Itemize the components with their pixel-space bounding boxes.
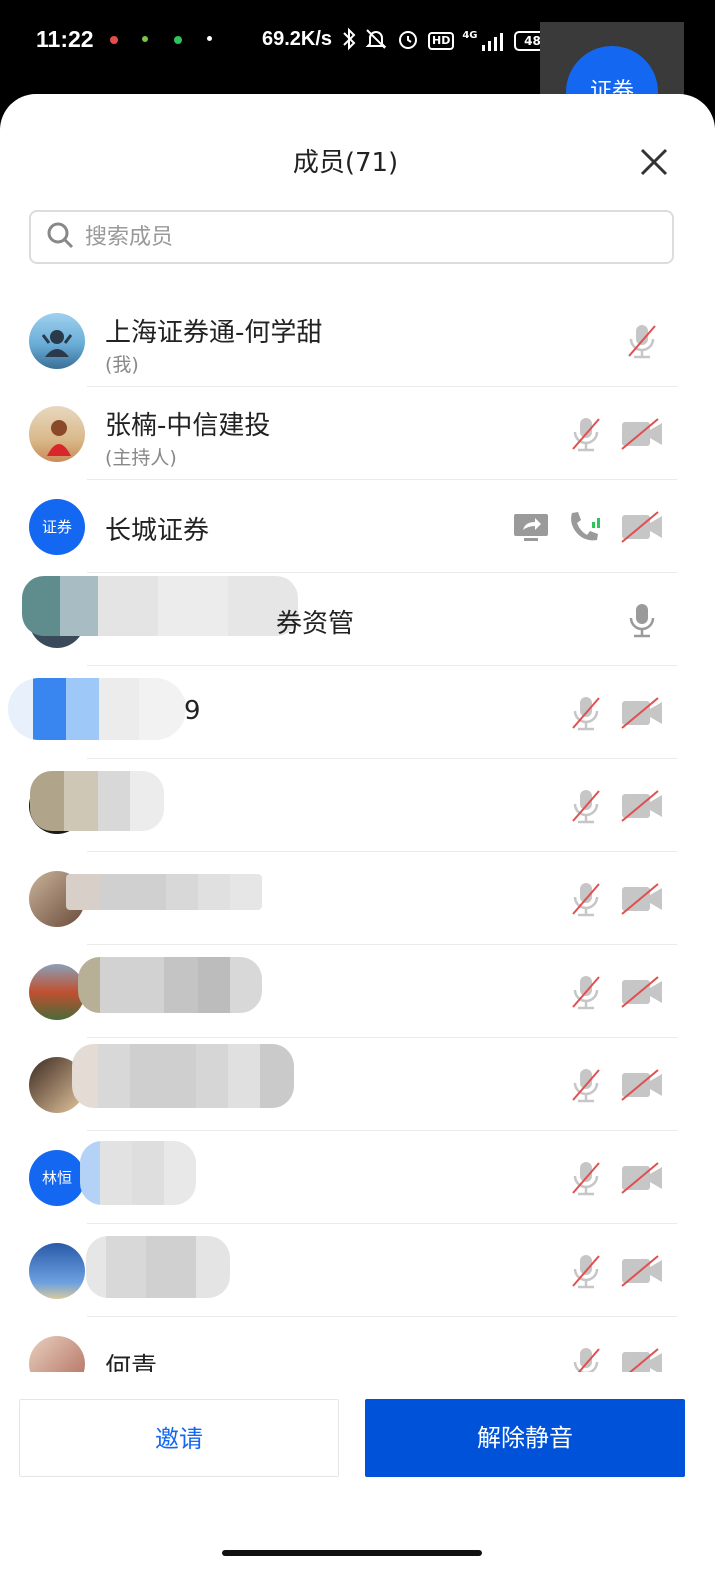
- notification-dot-icon: [207, 36, 212, 41]
- mic-muted-icon[interactable]: [564, 787, 608, 825]
- blurred-name-mask: [66, 874, 262, 910]
- search-box[interactable]: [29, 210, 674, 264]
- photo-avatar-icon: [29, 313, 85, 369]
- photo-avatar-icon: [29, 1336, 85, 1372]
- panel-title: 成员(71): [292, 148, 399, 178]
- blurred-name-mask: [72, 1044, 294, 1108]
- camera-off-icon[interactable]: [620, 1066, 664, 1104]
- close-icon[interactable]: [636, 144, 672, 180]
- mic-muted-icon[interactable]: [564, 694, 608, 732]
- member-row[interactable]: 证券 长城证券: [0, 480, 715, 573]
- members-panel: 成员(71) 上海证券通-何学甜 (我) 张楠-中信建投 (: [0, 94, 715, 1590]
- member-row[interactable]: [0, 1038, 715, 1131]
- member-row[interactable]: 林恒: [0, 1131, 715, 1224]
- member-name: 券资管: [276, 609, 355, 639]
- invite-button[interactable]: 邀请: [19, 1399, 339, 1477]
- status-time: 11:22: [36, 26, 94, 52]
- mic-muted-icon[interactable]: [564, 415, 608, 453]
- member-row[interactable]: 何青: [0, 1317, 715, 1372]
- screen-share-icon[interactable]: [510, 508, 554, 546]
- alarm-icon: [396, 27, 420, 55]
- camera-off-icon[interactable]: [620, 694, 664, 732]
- member-row[interactable]: [0, 945, 715, 1038]
- camera-off-icon[interactable]: [620, 415, 664, 453]
- blurred-name-mask: [22, 576, 298, 636]
- camera-off-icon[interactable]: [620, 973, 664, 1011]
- mic-muted-icon[interactable]: [620, 322, 664, 360]
- blurred-name-mask: [86, 1236, 230, 1298]
- photo-avatar-icon: [29, 964, 85, 1020]
- home-indicator[interactable]: [222, 1550, 482, 1556]
- blurred-name-mask: [80, 1141, 196, 1205]
- mic-muted-icon[interactable]: [564, 1345, 608, 1372]
- status-icons: HD 4G 48: [340, 26, 555, 56]
- bottom-action-bar: 邀请 解除静音: [0, 1374, 715, 1590]
- member-name: 张楠-中信建投: [105, 411, 271, 441]
- mic-muted-icon[interactable]: [564, 880, 608, 918]
- camera-off-icon[interactable]: [620, 787, 664, 825]
- mic-on-icon[interactable]: [620, 601, 664, 639]
- member-name: 何青: [105, 1353, 158, 1372]
- member-row[interactable]: 券资管: [0, 573, 715, 666]
- camera-off-icon[interactable]: [620, 880, 664, 918]
- notification-dot-icon: [142, 36, 148, 42]
- member-name: 长城证券: [105, 516, 210, 546]
- bluetooth-icon: [342, 27, 356, 55]
- camera-off-icon[interactable]: [620, 1252, 664, 1290]
- blurred-avatar-mask: [8, 678, 186, 740]
- camera-off-icon[interactable]: [620, 508, 664, 546]
- blurred-name-mask: [78, 957, 262, 1013]
- notification-dot-icon: [110, 36, 118, 44]
- member-row[interactable]: [0, 759, 715, 852]
- status-bar: 11:22 69.2K/s HD 4G 48 证券: [0, 0, 715, 138]
- signal-icon: 4G: [462, 31, 505, 51]
- camera-off-icon[interactable]: [620, 1159, 664, 1197]
- photo-avatar-icon: [29, 1243, 85, 1299]
- mic-muted-icon[interactable]: [564, 973, 608, 1011]
- unmute-all-button[interactable]: 解除静音: [365, 1399, 685, 1477]
- member-role: (主持人): [105, 447, 177, 469]
- hd-icon: HD: [428, 32, 455, 50]
- photo-avatar-icon: [29, 406, 85, 462]
- member-name: 9: [184, 696, 201, 726]
- member-role: (我): [105, 354, 139, 376]
- text-avatar: 证券: [29, 499, 85, 555]
- member-row[interactable]: 上海证券通-何学甜 (我): [0, 294, 715, 387]
- member-name: 上海证券通-何学甜: [105, 318, 323, 348]
- member-row[interactable]: [0, 1224, 715, 1317]
- phone-audio-icon[interactable]: [564, 508, 608, 546]
- mic-muted-icon[interactable]: [564, 1066, 608, 1104]
- mute-icon: [364, 27, 388, 55]
- member-row[interactable]: 张楠-中信建投 (主持人): [0, 387, 715, 480]
- mic-muted-icon[interactable]: [564, 1252, 608, 1290]
- text-avatar: 林恒: [29, 1150, 85, 1206]
- camera-off-icon[interactable]: [620, 1345, 664, 1372]
- member-list[interactable]: 上海证券通-何学甜 (我) 张楠-中信建投 (主持人) 证券 长城证券 券资管 …: [0, 294, 715, 1372]
- notification-dot-icon: [174, 36, 182, 44]
- member-row[interactable]: 9: [0, 666, 715, 759]
- search-input[interactable]: [83, 223, 647, 251]
- search-icon: [31, 220, 75, 254]
- network-speed: 69.2K/s: [262, 28, 333, 50]
- mic-muted-icon[interactable]: [564, 1159, 608, 1197]
- blurred-name-mask: [30, 771, 164, 831]
- member-row[interactable]: [0, 852, 715, 945]
